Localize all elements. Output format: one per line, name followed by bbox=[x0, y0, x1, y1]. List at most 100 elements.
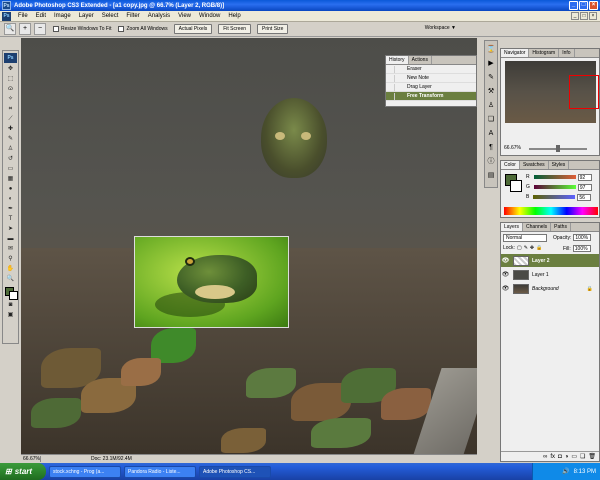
eyedropper-tool-icon[interactable]: ⚲ bbox=[4, 255, 17, 264]
color-spectrum-bar[interactable] bbox=[504, 207, 598, 215]
clone-stamp-tool-icon[interactable]: ♙ bbox=[4, 145, 17, 154]
history-item[interactable]: New Note bbox=[386, 74, 476, 83]
workspace-menu[interactable]: Workspace ▼ bbox=[421, 24, 460, 32]
new-group-icon[interactable]: ▭ bbox=[571, 453, 577, 460]
navigator-thumbnail[interactable] bbox=[505, 61, 599, 123]
brushes-panel-icon[interactable]: ✎ bbox=[486, 73, 496, 83]
menu-image[interactable]: Image bbox=[50, 13, 75, 19]
history-brush-source[interactable] bbox=[389, 65, 395, 73]
pen-tool-icon[interactable]: ✒ bbox=[4, 205, 17, 214]
tool-presets-panel-icon[interactable]: ⚒ bbox=[486, 87, 496, 97]
volume-icon[interactable]: 🔊 bbox=[562, 468, 569, 475]
layer-name[interactable]: Layer 1 bbox=[532, 272, 549, 278]
measurement-panel-icon[interactable]: ▤ bbox=[486, 171, 496, 181]
tab-navigator[interactable]: Navigator bbox=[501, 49, 530, 57]
healing-brush-tool-icon[interactable]: ✚ bbox=[4, 125, 17, 134]
checkbox-box[interactable] bbox=[53, 26, 59, 32]
gradient-tool-icon[interactable]: ▦ bbox=[4, 175, 17, 184]
blue-slider[interactable] bbox=[533, 195, 576, 199]
opacity-input[interactable]: 100% bbox=[573, 234, 592, 241]
info-panel-icon[interactable]: ⓘ bbox=[486, 157, 496, 167]
character-panel-icon[interactable]: A bbox=[486, 129, 496, 139]
layer-row[interactable]: 👁 Layer 2 bbox=[501, 254, 599, 267]
doc-minimize-button[interactable]: _ bbox=[571, 12, 579, 20]
color-background-swatch[interactable] bbox=[510, 180, 522, 192]
history-brush-source[interactable] bbox=[389, 92, 395, 100]
menu-view[interactable]: View bbox=[174, 13, 195, 19]
shape-tool-icon[interactable]: ▬ bbox=[4, 235, 17, 244]
layer-name[interactable]: Background bbox=[532, 286, 587, 292]
tab-actions[interactable]: Actions bbox=[409, 56, 432, 64]
eye-icon[interactable]: 👁 bbox=[501, 257, 510, 264]
lock-transparency-icon[interactable]: ▢ bbox=[517, 245, 522, 251]
menu-file[interactable]: File bbox=[14, 13, 32, 19]
blend-mode-select[interactable]: Normal bbox=[503, 234, 547, 242]
fill-input[interactable]: 100% bbox=[572, 245, 591, 252]
history-item-active[interactable]: Free Transform bbox=[386, 92, 476, 101]
menu-filter[interactable]: Filter bbox=[122, 13, 143, 19]
ps-menu-icon[interactable]: Ps bbox=[2, 11, 11, 21]
tab-histogram[interactable]: Histogram bbox=[529, 49, 560, 57]
taskbar-item[interactable]: stock.xchng - Prog (a... bbox=[49, 465, 121, 478]
zoom-all-checkbox[interactable]: Zoom All Windows bbox=[118, 26, 168, 32]
lock-pixels-icon[interactable]: ✎ bbox=[524, 245, 528, 251]
history-panel-icon[interactable]: ⌛ bbox=[486, 45, 496, 55]
taskbar-item-active[interactable]: Adobe Photoshop CS... bbox=[199, 465, 271, 478]
print-size-button[interactable]: Print Size bbox=[257, 24, 289, 34]
menu-help[interactable]: Help bbox=[224, 13, 244, 19]
tab-color[interactable]: Color bbox=[501, 161, 520, 169]
magic-wand-tool-icon[interactable]: ✧ bbox=[4, 95, 17, 104]
menu-window[interactable]: Window bbox=[195, 13, 224, 19]
red-slider[interactable] bbox=[533, 175, 576, 179]
eye-icon[interactable]: 👁 bbox=[501, 285, 510, 292]
clone-source-panel-icon[interactable]: ♙ bbox=[486, 101, 496, 111]
red-value-input[interactable]: 92 bbox=[577, 173, 592, 181]
green-slider[interactable] bbox=[533, 185, 576, 189]
checkbox-box[interactable] bbox=[118, 26, 125, 32]
zoom-out-icon[interactable]: − bbox=[34, 23, 46, 35]
taskbar-item[interactable]: Pandora Radio - Liste... bbox=[124, 465, 196, 478]
green-value-input[interactable]: 97 bbox=[577, 183, 592, 191]
history-brush-source[interactable] bbox=[389, 74, 395, 82]
tab-styles[interactable]: Styles bbox=[549, 161, 570, 169]
tab-info[interactable]: Info bbox=[559, 49, 575, 57]
tab-paths[interactable]: Paths bbox=[551, 223, 571, 231]
doc-restore-button[interactable]: □ bbox=[580, 12, 588, 20]
layer-row[interactable]: 👁 Background 🔒 bbox=[501, 282, 599, 295]
navigator-zoom-value[interactable]: 66.67% bbox=[504, 145, 521, 151]
menu-analysis[interactable]: Analysis bbox=[144, 13, 174, 19]
lock-position-icon[interactable]: ✥ bbox=[530, 245, 534, 251]
history-item[interactable]: Drag Layer bbox=[386, 83, 476, 92]
background-color-swatch[interactable] bbox=[9, 291, 18, 300]
navigator-slider-handle[interactable] bbox=[556, 145, 560, 152]
layer-style-icon[interactable]: fx bbox=[550, 454, 555, 460]
lasso-tool-icon[interactable]: ɷ bbox=[4, 85, 17, 94]
menu-select[interactable]: Select bbox=[98, 13, 123, 19]
path-selection-tool-icon[interactable]: ➤ bbox=[4, 225, 17, 234]
marquee-tool-icon[interactable]: ⬚ bbox=[4, 75, 17, 84]
delete-layer-icon[interactable]: 🗑 bbox=[588, 453, 596, 460]
slice-tool-icon[interactable]: ⟋ bbox=[4, 115, 17, 124]
fit-screen-button[interactable]: Fit Screen bbox=[218, 24, 252, 34]
zoom-tool-icon[interactable]: 🔍 bbox=[4, 275, 17, 284]
maximize-button[interactable]: □ bbox=[579, 1, 588, 10]
eye-icon[interactable]: 👁 bbox=[501, 271, 510, 278]
history-item[interactable]: Eraser bbox=[386, 65, 476, 74]
eraser-tool-icon[interactable]: ▭ bbox=[4, 165, 17, 174]
actions-panel-icon[interactable]: ▶ bbox=[486, 59, 496, 69]
adjustment-layer-icon[interactable]: ◑ bbox=[565, 454, 569, 460]
quick-mask-icon[interactable]: ◙ bbox=[4, 301, 17, 310]
menu-layer[interactable]: Layer bbox=[75, 13, 98, 19]
type-tool-icon[interactable]: T bbox=[4, 215, 17, 224]
layer-name[interactable]: Layer 2 bbox=[532, 258, 550, 264]
resize-windows-checkbox[interactable]: Resize Windows To Fit bbox=[53, 26, 111, 32]
blue-value-input[interactable]: 56 bbox=[577, 193, 592, 201]
history-brush-source[interactable] bbox=[389, 83, 395, 91]
actual-pixels-button[interactable]: Actual Pixels bbox=[173, 24, 213, 34]
hand-tool-icon[interactable]: ✋ bbox=[4, 265, 17, 274]
zoom-tool-icon[interactable]: 🔍 bbox=[4, 23, 16, 35]
doc-close-button[interactable]: × bbox=[589, 12, 597, 20]
navigator-view-box[interactable] bbox=[569, 75, 599, 109]
history-brush-tool-icon[interactable]: ↺ bbox=[4, 155, 17, 164]
dodge-tool-icon[interactable]: ◐ bbox=[4, 195, 17, 204]
